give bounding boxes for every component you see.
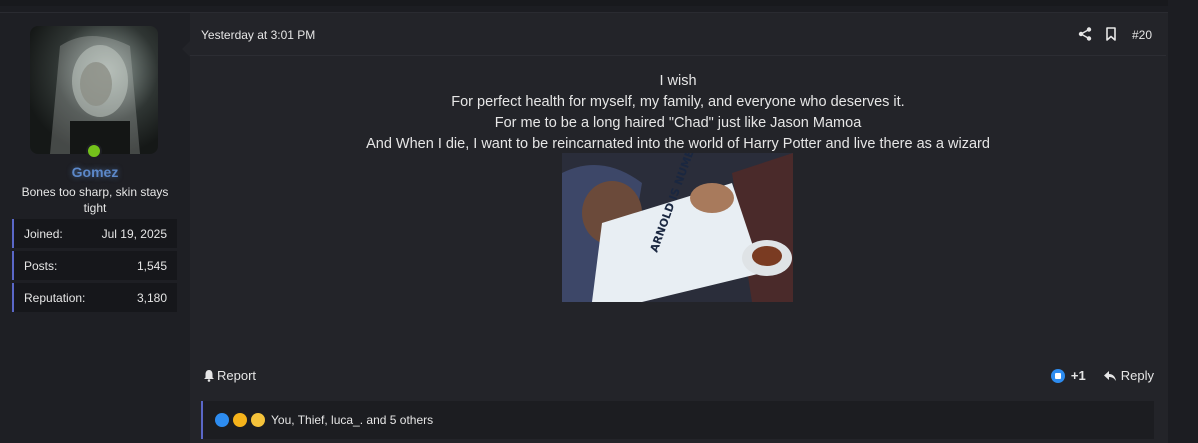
laughing-icon xyxy=(251,413,265,427)
page-gutter xyxy=(1168,0,1198,442)
star-eyes-icon xyxy=(233,413,247,427)
post-line: And When I die, I want to be reincarnate… xyxy=(366,136,990,152)
stat-label: Reputation: xyxy=(24,290,86,305)
share-icon[interactable] xyxy=(1078,27,1092,41)
post-message: Gomez Bones too sharp, skin stays tight … xyxy=(0,12,1168,443)
post-line: I wish xyxy=(659,73,697,89)
stat-joined: Joined: Jul 19, 2025 xyxy=(12,219,177,248)
reply-button[interactable]: Reply xyxy=(1121,368,1154,383)
stat-reputation: Reputation: 3,180 xyxy=(12,283,177,312)
top-divider xyxy=(0,0,1198,6)
like-count[interactable]: +1 xyxy=(1071,368,1086,383)
reactions-bar[interactable]: You, Thief, luca_. and 5 others xyxy=(201,401,1154,439)
user-column: Gomez Bones too sharp, skin stays tight … xyxy=(0,13,190,443)
bookmark-icon[interactable] xyxy=(1105,27,1117,41)
like-icon xyxy=(215,413,229,427)
post-line: For me to be a long haired "Chad" just l… xyxy=(494,115,862,131)
stat-label: Posts: xyxy=(24,258,58,273)
post-date[interactable]: Yesterday at 3:01 PM xyxy=(201,28,315,42)
user-pointer-arrow xyxy=(182,41,190,57)
stat-value: 1,545 xyxy=(136,258,167,273)
avatar[interactable] xyxy=(30,26,158,154)
report-button[interactable]: Report xyxy=(203,368,256,383)
post-header: Yesterday at 3:01 PM #20 xyxy=(190,13,1166,56)
stat-value: 3,180 xyxy=(136,290,167,305)
report-label: Report xyxy=(217,368,257,383)
reply-icon[interactable] xyxy=(1103,370,1117,382)
stat-label: Joined: xyxy=(24,226,63,241)
online-status-indicator xyxy=(86,143,102,159)
post-actions: +1 Reply xyxy=(1050,368,1154,383)
stat-value: Jul 19, 2025 xyxy=(101,226,167,241)
user-title: Bones too sharp, skin stays tight xyxy=(21,185,169,215)
post-line: For perfect health for myself, my family… xyxy=(451,94,905,110)
like-icon[interactable] xyxy=(1050,368,1065,383)
post-content: I wish For perfect health for myself, my… xyxy=(190,71,1166,155)
post-main: Yesterday at 3:01 PM #20 I wish For perf… xyxy=(190,13,1168,443)
username[interactable]: Gomez xyxy=(0,164,190,180)
reactions-text[interactable]: You, Thief, luca_. and 5 others xyxy=(271,413,433,427)
post-gif-image[interactable]: ARNOLD IS NUMERO xyxy=(562,153,793,302)
bell-icon xyxy=(204,370,214,382)
post-number[interactable]: #20 xyxy=(1132,28,1152,42)
stat-posts: Posts: 1,545 xyxy=(12,251,177,280)
